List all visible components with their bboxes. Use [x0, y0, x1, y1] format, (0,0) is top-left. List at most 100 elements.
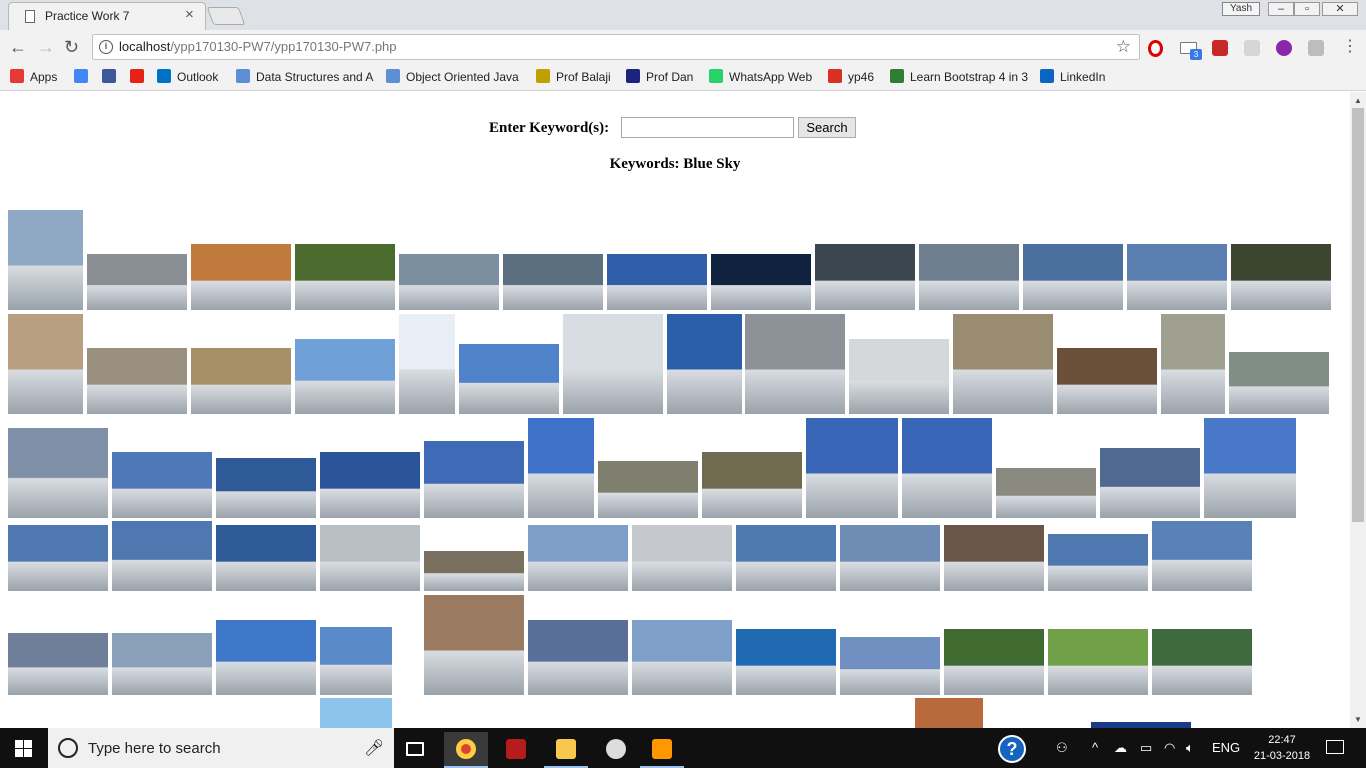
gallery-image[interactable] [191, 244, 291, 310]
red-extension-icon[interactable] [1212, 40, 1228, 56]
gallery-image[interactable] [1152, 521, 1252, 591]
camera-extension-icon[interactable] [1244, 40, 1260, 56]
gallery-image[interactable] [1204, 418, 1296, 518]
gallery-image[interactable] [1231, 244, 1331, 310]
input-language-icon[interactable]: ENG [1212, 740, 1240, 755]
people-icon[interactable]: ⚇ [1056, 740, 1068, 756]
gallery-image[interactable] [424, 595, 524, 695]
bookmark-learn-bootstrap-4-in-3[interactable]: Learn Bootstrap 4 in 3 [890, 69, 1028, 87]
search-button[interactable]: Search [798, 117, 856, 138]
gallery-image[interactable] [8, 428, 108, 518]
system-clock[interactable]: 22:47 21-03-2018 [1248, 732, 1316, 764]
scroll-down-arrow-icon[interactable]: ▼ [1354, 715, 1362, 724]
gallery-image[interactable] [702, 452, 802, 518]
scroll-up-arrow-icon[interactable]: ▲ [1354, 96, 1362, 105]
gallery-image[interactable] [1161, 314, 1225, 414]
help-icon[interactable]: ? [998, 735, 1026, 763]
gallery-image[interactable] [320, 452, 420, 518]
browser-tab[interactable]: Practice Work 7 × [8, 2, 206, 30]
gallery-image[interactable] [944, 629, 1044, 695]
gallery-image[interactable] [87, 348, 187, 414]
onedrive-icon[interactable]: ☁ [1114, 740, 1127, 756]
site-info-icon[interactable]: i [99, 40, 113, 54]
gallery-image[interactable] [736, 525, 836, 591]
gallery-image[interactable] [8, 210, 83, 310]
address-bar[interactable]: i localhost/ypp170130-PW7/ypp170130-PW7.… [92, 34, 1140, 60]
chrome-taskbar-button[interactable] [444, 732, 488, 768]
gallery-image[interactable] [840, 525, 940, 591]
bookmark-whatsapp-web[interactable]: WhatsApp Web [709, 69, 812, 87]
gallery-image[interactable] [1057, 348, 1157, 414]
sublime-taskbar-button[interactable] [640, 732, 684, 768]
gallery-image[interactable] [191, 348, 291, 414]
acrobat-taskbar-button[interactable] [494, 732, 538, 768]
reload-icon[interactable]: ↻ [64, 37, 79, 57]
gallery-image[interactable] [399, 314, 455, 414]
bookmark-object-oriented-java[interactable]: Object Oriented Java [386, 69, 519, 87]
gallery-image[interactable] [563, 314, 663, 414]
gallery-image[interactable] [632, 525, 732, 591]
gallery-image[interactable] [295, 339, 395, 414]
maximize-button[interactable]: ▫ [1294, 2, 1320, 16]
gallery-image[interactable] [216, 525, 316, 591]
gallery-image[interactable] [216, 620, 316, 695]
gallery-image[interactable] [112, 452, 212, 518]
action-center-icon[interactable] [1326, 740, 1344, 754]
gallery-image[interactable] [996, 468, 1096, 518]
gallery-image[interactable] [8, 525, 108, 591]
gallery-image[interactable] [815, 244, 915, 310]
gallery-image[interactable] [424, 551, 524, 591]
gallery-image[interactable] [112, 633, 212, 695]
gallery-image[interactable] [849, 339, 949, 414]
keyword-input[interactable] [621, 117, 794, 138]
bookmark-facebook[interactable] [102, 69, 122, 87]
task-view-button[interactable] [394, 732, 438, 768]
gallery-image[interactable] [806, 418, 898, 518]
gallery-image[interactable] [8, 314, 83, 414]
gallery-image[interactable] [1023, 244, 1123, 310]
bookmark-star-icon[interactable]: ☆ [1116, 37, 1131, 57]
gallery-image[interactable] [915, 698, 983, 728]
gallery-image[interactable] [919, 244, 1019, 310]
gallery-image[interactable] [295, 244, 395, 310]
gallery-image[interactable] [320, 525, 420, 591]
gallery-image[interactable] [1048, 629, 1148, 695]
app-taskbar-button[interactable] [594, 732, 638, 768]
tab-close-icon[interactable]: × [185, 6, 194, 24]
gallery-image[interactable] [1127, 244, 1227, 310]
bookmark-yp46[interactable]: yp46 [828, 69, 874, 87]
gallery-image[interactable] [399, 254, 499, 310]
gallery-image[interactable] [1048, 534, 1148, 591]
gallery-image[interactable] [745, 314, 845, 414]
gallery-image[interactable] [320, 698, 392, 728]
gallery-image[interactable] [607, 254, 707, 310]
gallery-image[interactable] [711, 254, 811, 310]
gallery-image[interactable] [320, 627, 392, 695]
gallery-image[interactable] [459, 344, 559, 414]
gallery-image[interactable] [216, 458, 316, 518]
gallery-image[interactable] [1100, 448, 1200, 518]
gallery-image[interactable] [902, 418, 992, 518]
gallery-image[interactable] [112, 521, 212, 591]
close-window-button[interactable]: ✕ [1322, 2, 1358, 16]
gallery-image[interactable] [528, 525, 628, 591]
gallery-image[interactable] [840, 637, 940, 695]
bookmark-google[interactable] [74, 69, 94, 87]
gallery-image[interactable] [1229, 352, 1329, 414]
show-hidden-icons-chevron-icon[interactable]: ^ [1092, 740, 1098, 755]
back-arrow-icon[interactable]: ← [9, 37, 27, 57]
gallery-image[interactable] [667, 314, 742, 414]
gallery-image[interactable] [503, 254, 603, 310]
gallery-image[interactable] [424, 441, 524, 518]
gallery-image[interactable] [598, 461, 698, 518]
bookmark-prof-dan[interactable]: Prof Dan [626, 69, 693, 87]
bookmark-apps[interactable]: Apps [10, 69, 57, 87]
forward-arrow-icon[interactable]: → [37, 37, 55, 57]
file-explorer-taskbar-button[interactable] [544, 732, 588, 768]
kebab-menu-icon[interactable]: ⋮ [1342, 39, 1358, 55]
gallery-image[interactable] [736, 629, 836, 695]
scrollbar-thumb[interactable] [1352, 108, 1364, 522]
profile-button[interactable]: Yash [1222, 2, 1260, 16]
bookmark-data-structures-and-a[interactable]: Data Structures and A [236, 69, 373, 87]
gallery-image[interactable] [528, 620, 628, 695]
